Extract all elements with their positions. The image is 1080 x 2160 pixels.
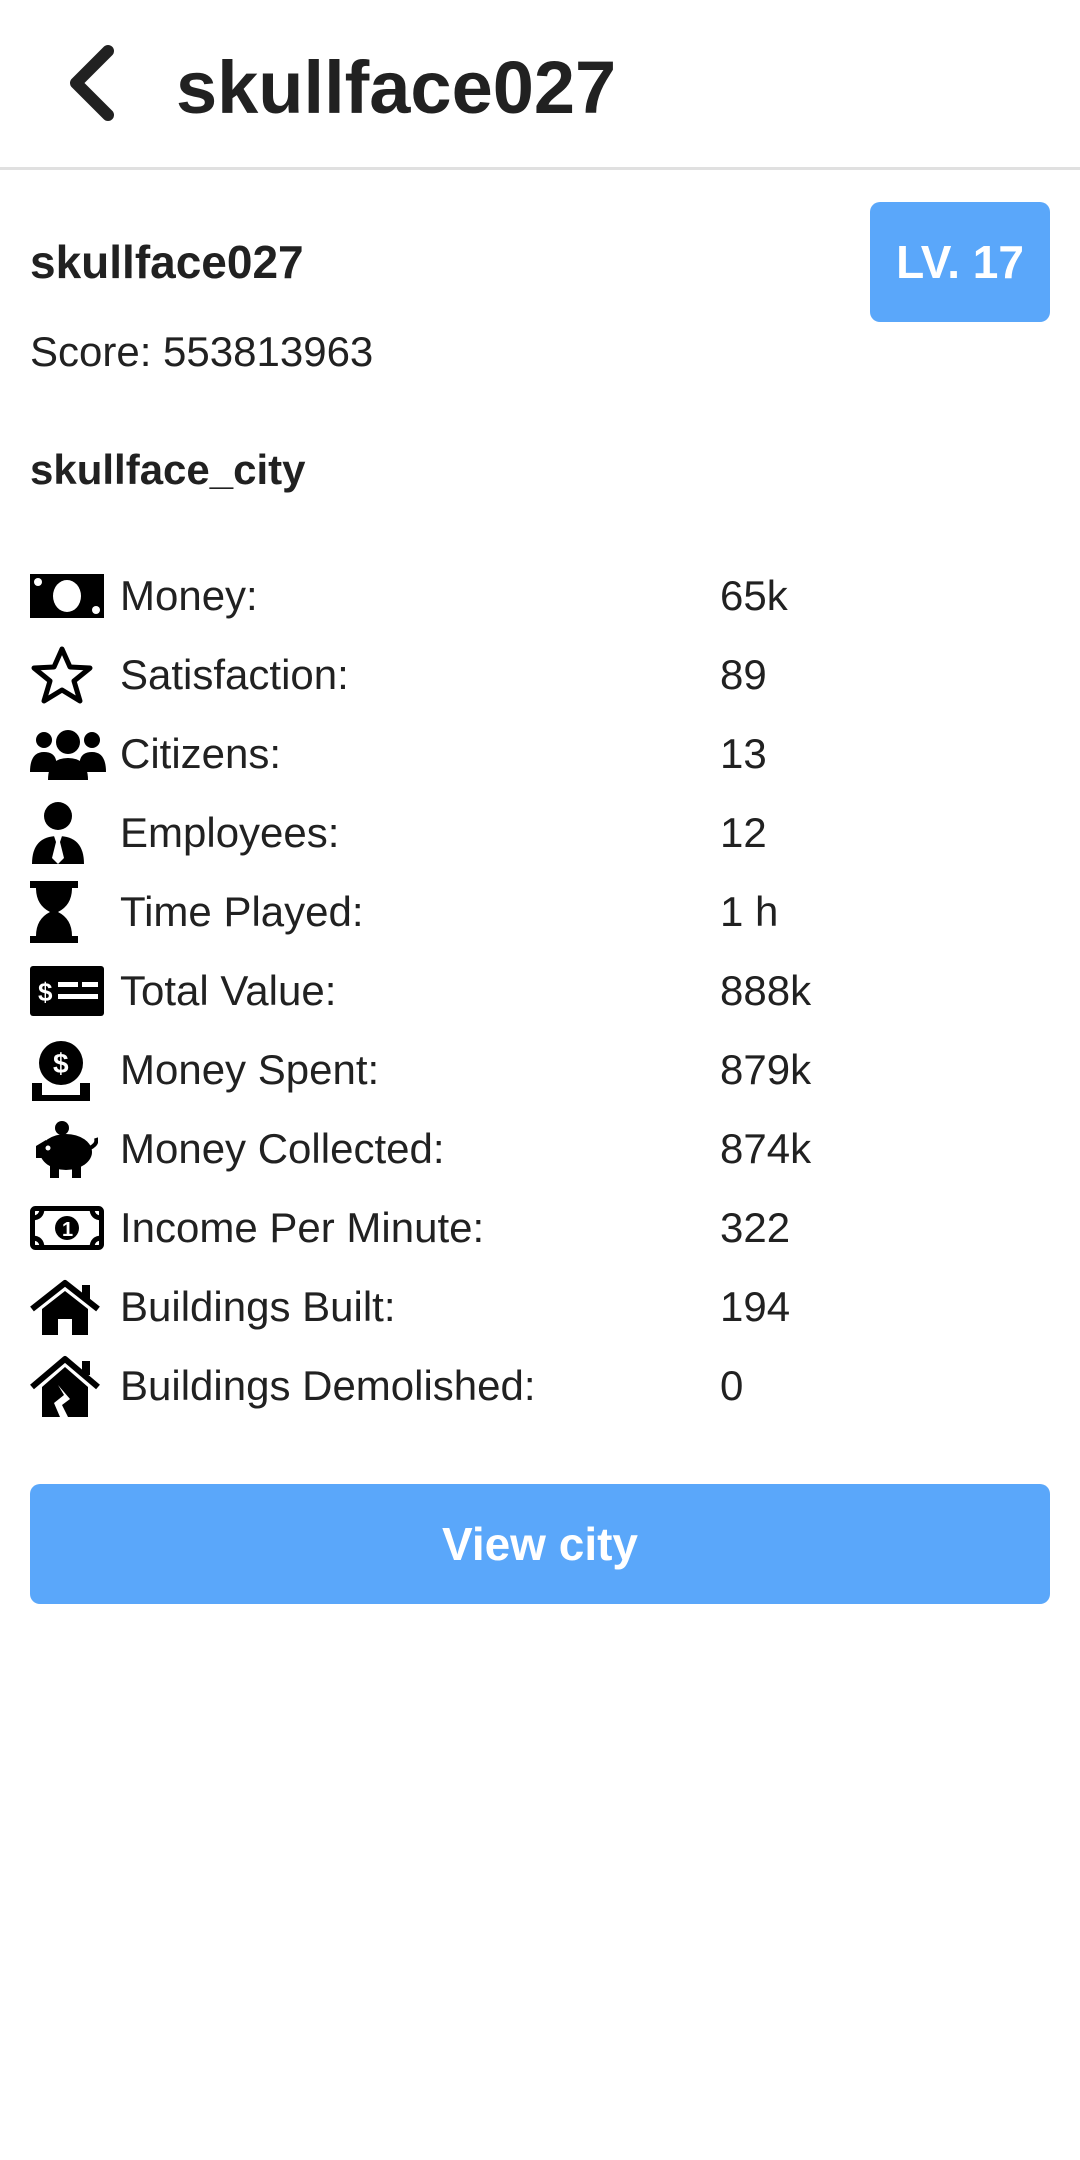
username: skullface027: [30, 236, 304, 288]
hourglass-icon: [30, 880, 106, 944]
view-city-button[interactable]: View city: [30, 1484, 1050, 1604]
stat-label: Buildings Demolished:: [120, 1361, 536, 1409]
stat-label: Money Spent:: [120, 1045, 380, 1093]
stat-row-citizens: Citizens: 13: [30, 714, 1050, 793]
stat-value: 13: [720, 729, 767, 777]
stat-label: Satisfaction:: [120, 650, 349, 698]
stat-value: 89: [720, 650, 767, 698]
back-button[interactable]: [42, 32, 142, 138]
stat-row-income-per-minute: 1 Income Per Minute: 322: [30, 1188, 1050, 1267]
stat-value: 0: [720, 1361, 744, 1409]
stat-row-money-spent: $ Money Spent: 879k: [30, 1030, 1050, 1109]
level-badge: LV. 17: [870, 202, 1050, 322]
app-bar: skullface027: [0, 0, 1080, 170]
stat-label: Buildings Built:: [120, 1282, 396, 1330]
stat-value: 879k: [720, 1045, 812, 1093]
money-check-icon: $: [30, 959, 106, 1023]
stat-label: Income Per Minute:: [120, 1203, 485, 1251]
stat-value: 65k: [720, 571, 788, 619]
stats-list: Money: 65k Satisfaction: 89 Citizens: 13…: [30, 556, 1050, 1425]
stat-value: 194: [720, 1282, 791, 1330]
stat-row-money: Money: 65k: [30, 556, 1050, 635]
stat-row-total-value: $ Total Value: 888k: [30, 951, 1050, 1030]
house-icon: [30, 1275, 106, 1339]
star-icon: [30, 643, 106, 707]
stat-label: Money:: [120, 571, 258, 619]
stat-row-buildings-built: Buildings Built: 194: [30, 1267, 1050, 1346]
users-icon: [30, 722, 106, 786]
hand-coin-icon: $: [30, 1038, 106, 1102]
money-bill-icon: [30, 564, 106, 628]
money-bill-one-icon: 1: [30, 1196, 106, 1260]
city-name: skullface_city: [30, 446, 306, 493]
house-damage-icon: [30, 1354, 106, 1418]
stat-label: Total Value:: [120, 966, 337, 1014]
employee-icon: [30, 801, 106, 865]
stat-value: 1 h: [720, 887, 779, 935]
stat-label: Money Collected:: [120, 1124, 445, 1172]
stat-row-buildings-demolished: Buildings Demolished: 0: [30, 1346, 1050, 1425]
stat-row-time-played: Time Played: 1 h: [30, 872, 1050, 951]
stat-value: 322: [720, 1203, 791, 1251]
svg-text:$: $: [38, 977, 53, 1007]
stat-value: 874k: [720, 1124, 812, 1172]
score-text: Score: 553813963: [30, 328, 374, 375]
stat-row-money-collected: Money Collected: 874k: [30, 1109, 1050, 1188]
stat-label: Employees:: [120, 808, 340, 856]
stat-value: 12: [720, 808, 767, 856]
stat-value: 888k: [720, 966, 812, 1014]
stat-label: Citizens:: [120, 729, 282, 777]
stat-row-employees: Employees: 12: [30, 793, 1050, 872]
chevron-left-icon: [62, 43, 122, 128]
piggy-bank-icon: [30, 1117, 106, 1181]
svg-text:1: 1: [62, 1219, 73, 1241]
svg-text:$: $: [53, 1048, 69, 1079]
page-title: skullface027: [176, 46, 617, 129]
stat-label: Time Played:: [120, 887, 364, 935]
stat-row-satisfaction: Satisfaction: 89: [30, 635, 1050, 714]
